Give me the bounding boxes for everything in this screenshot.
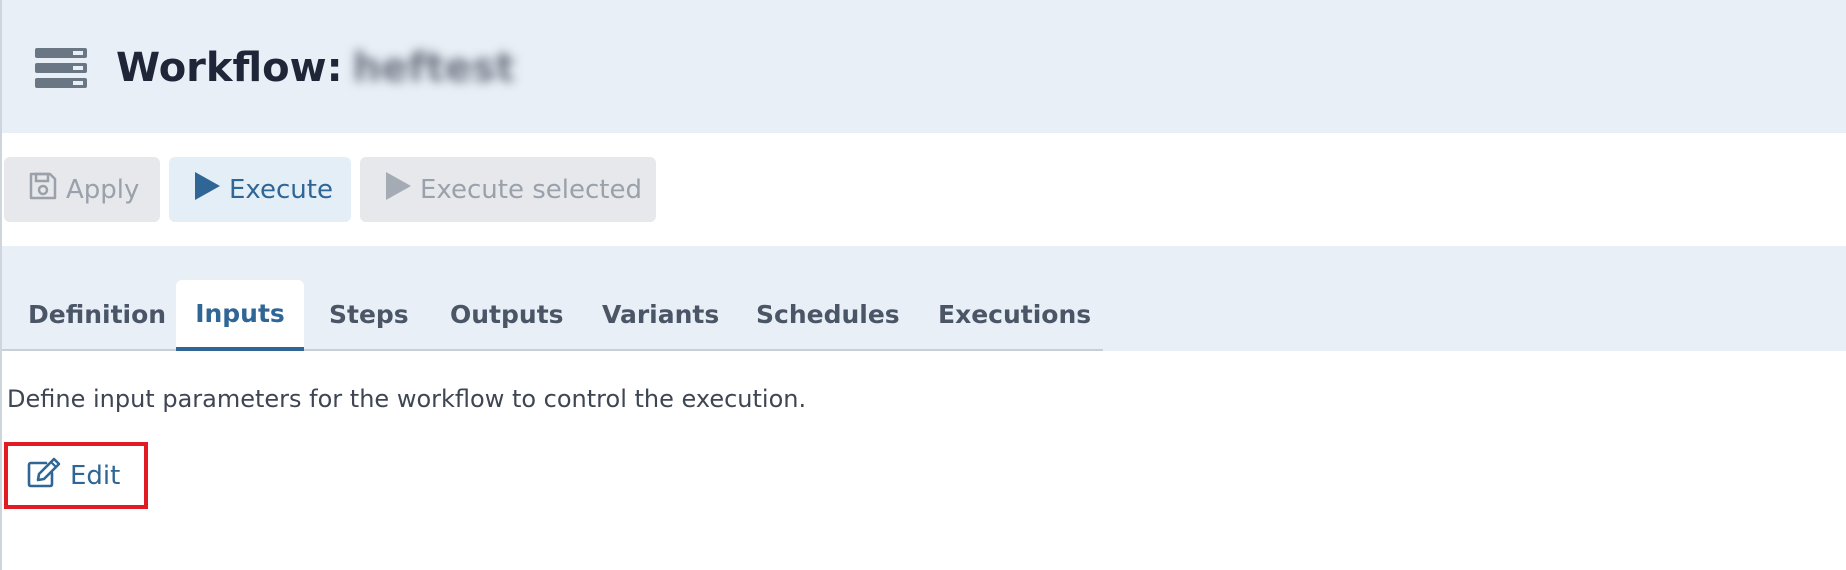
apply-button[interactable]: Apply	[4, 157, 160, 222]
execute-selected-button[interactable]: Execute selected	[360, 157, 656, 222]
tab-schedules[interactable]: Schedules	[756, 300, 900, 329]
tab-executions[interactable]: Executions	[938, 300, 1091, 329]
tab-definition[interactable]: Definition	[28, 300, 166, 329]
page-title: Workflow: heftest	[116, 44, 515, 92]
page-title-prefix: Workflow:	[116, 45, 343, 91]
execute-selected-button-label: Execute selected	[420, 174, 642, 205]
tab-bar-divider	[2, 349, 1103, 351]
app-frame: Workflow: heftest Apply Execute Execute …	[0, 0, 1846, 570]
inputs-description: Define input parameters for the workflow…	[7, 385, 807, 413]
edit-icon	[26, 457, 70, 496]
edit-button[interactable]: Edit	[26, 456, 120, 496]
apply-button-label: Apply	[66, 174, 140, 205]
play-icon	[193, 171, 229, 208]
tab-outputs[interactable]: Outputs	[450, 300, 564, 329]
execute-button-label: Execute	[229, 174, 333, 205]
workflow-name: heftest	[352, 45, 515, 91]
server-stack-icon	[35, 48, 87, 88]
save-icon	[28, 171, 66, 208]
execute-button[interactable]: Execute	[169, 157, 351, 222]
tab-variants[interactable]: Variants	[602, 300, 719, 329]
page-header: Workflow: heftest	[2, 0, 1846, 133]
tab-inputs[interactable]: Inputs	[176, 280, 304, 351]
edit-button-label: Edit	[70, 461, 121, 491]
play-icon	[384, 171, 420, 208]
tab-steps[interactable]: Steps	[329, 300, 409, 329]
